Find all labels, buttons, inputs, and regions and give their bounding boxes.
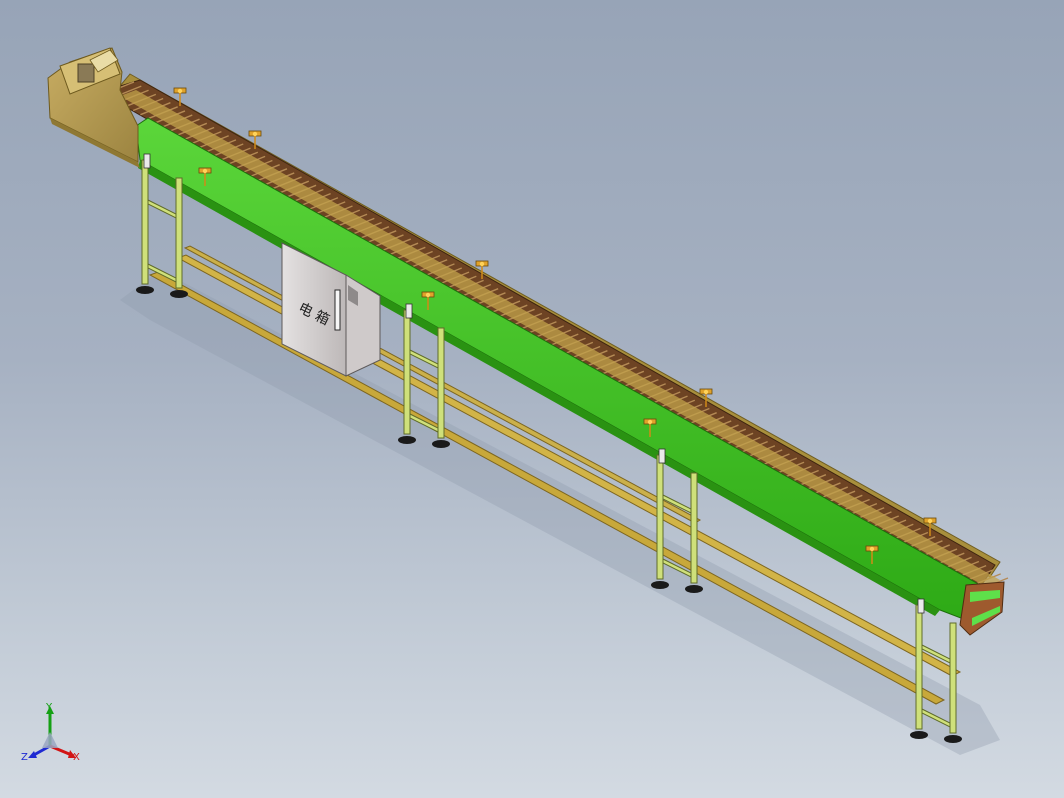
conveyor-model[interactable]: 电 箱 (0, 0, 1064, 798)
leveling-foot (170, 290, 188, 298)
cabinet-handle (334, 289, 341, 331)
leveling-foot (136, 286, 154, 294)
x-axis-label: X (73, 752, 80, 763)
leveling-foot (432, 440, 450, 448)
view-orientation-triad[interactable]: Y X Z (14, 700, 94, 780)
tail-end-section (959, 581, 1005, 636)
leveling-foot (651, 581, 669, 589)
leveling-foot (910, 731, 928, 739)
graphics-viewport[interactable]: 电 箱 Y X Z (0, 0, 1064, 798)
leveling-foot (398, 436, 416, 444)
leveling-foot (944, 735, 962, 743)
y-axis-label: Y (45, 702, 53, 713)
drive-head-section (47, 47, 140, 168)
leveling-foot (685, 585, 703, 593)
z-axis-label: Z (21, 752, 28, 763)
